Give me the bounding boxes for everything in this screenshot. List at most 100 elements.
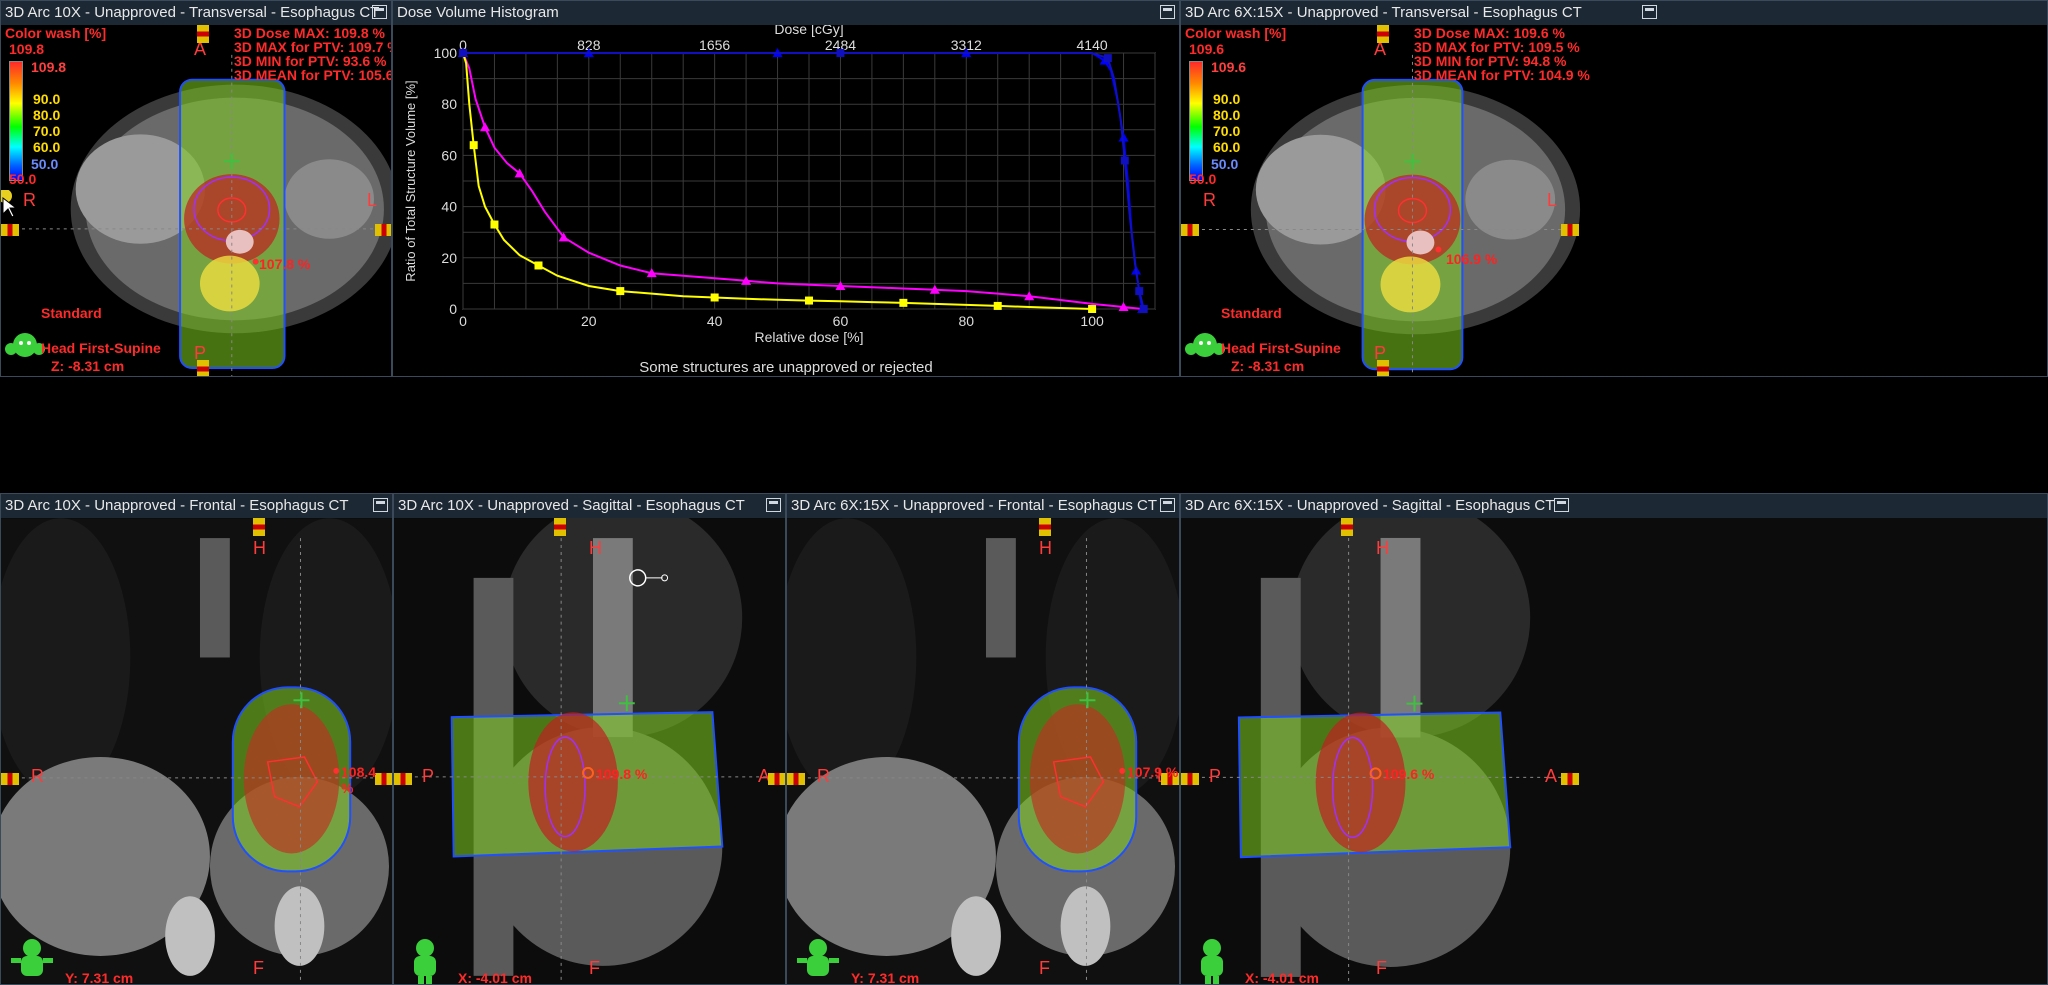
dvh-data-point [1120,156,1129,165]
slice-marker-top[interactable] [197,25,209,43]
dvh-data-point [469,141,478,150]
slice-marker-top[interactable] [554,518,566,536]
x-tick-label: 0 [459,313,467,329]
y-axis-label: Ratio of Total Structure Volume [%] [403,80,418,281]
x-tick-label: 80 [958,313,974,329]
slice-coordinate: Z: -8.31 cm [1231,358,1305,374]
slice-marker-right[interactable] [768,773,785,785]
slice-marker-right[interactable] [1561,773,1579,785]
colorwash-scale[interactable] [9,61,23,181]
colorwash-label: Color wash [%] [1185,25,1287,41]
x-axis-label: Relative dose [%] [755,329,864,345]
dose-point-label: 107.9 % [1127,764,1179,780]
dose-stat-4: 3D MEAN for PTV: 104.9 % [1414,67,1590,83]
scale-tick-90: 90.0 [1213,91,1241,107]
slice-coordinate: X: -4.01 cm [1245,970,1319,984]
dose-point-label: 107.8 % [259,256,311,272]
maximize-icon[interactable] [1554,498,1569,512]
maximize-icon[interactable] [1160,5,1175,19]
scale-tick-80: 80.0 [33,107,61,123]
dvh-data-point [899,298,908,307]
dvh-data-point [616,287,625,296]
y-tick-label: 60 [441,147,457,163]
orientation-right: A [1545,766,1558,786]
slice-coordinate: X: -4.01 cm [458,970,532,984]
scale-min-label: 50.0 [9,171,37,187]
viewport-frontal-10x[interactable]: 3D Arc 10X - Unapproved - Frontal - Esop… [0,493,393,985]
maximize-icon[interactable] [766,498,781,512]
slice-marker-left[interactable] [787,773,805,785]
slice-coordinate: Y: 7.31 cm [851,970,920,984]
dvh-data-point [459,49,467,57]
x-tick-label: 40 [707,313,723,329]
slice-marker-right[interactable] [375,224,391,236]
maximize-icon[interactable] [373,498,388,512]
slice-marker-left[interactable] [1181,224,1199,236]
dose-point-label: 109.6 % [1383,766,1435,782]
patient-figure-icon [11,939,53,976]
orientation-top: H [589,538,602,558]
patient-figure-icon [414,939,436,984]
scale-tick-70: 70.0 [1213,123,1241,139]
maximize-icon[interactable] [1642,5,1657,19]
slice-marker-top[interactable] [1039,518,1051,536]
dvh-data-point [805,296,813,305]
scale-tick-90: 90.0 [33,91,61,107]
scale-tick-80: 80.0 [1213,107,1241,123]
x-tick-label: 20 [581,313,597,329]
y-tick-label: 0 [449,301,457,317]
scale-tick-60: 60.0 [1213,139,1241,155]
slice-marker-left[interactable] [1,224,19,236]
slice-marker-right[interactable] [1561,224,1579,236]
dose-stat-4: 3D MEAN for PTV: 105.6 % [234,67,391,83]
dose-point-label: 106.9 % [1446,251,1498,267]
orientation-left: R [1203,190,1216,210]
slice-coordinate: Z: -8.31 cm [51,358,125,374]
maximize-icon[interactable] [372,5,387,19]
slice-marker-left[interactable] [1,773,19,785]
orientation-left: R [31,766,44,786]
patient-figure-icon [1201,939,1223,984]
slice-marker-bottom[interactable] [1377,360,1389,376]
slice-marker-bottom[interactable] [197,360,209,376]
x-tick-label: 100 [1080,313,1104,329]
slice-marker-left[interactable] [1181,773,1199,785]
dvh-data-point [1103,54,1112,63]
colorwash-max: 109.6 [1189,41,1225,57]
slice-marker-top[interactable] [253,518,265,536]
viewport-frontal-6x15x[interactable]: 3D Arc 6X:15X - Unapproved - Frontal - E… [786,493,1180,985]
dvh-data-point [1135,287,1144,296]
slice-marker-top[interactable] [1377,25,1389,43]
viewport-sagittal-10x[interactable]: 3D Arc 10X - Unapproved - Sagittal - Eso… [393,493,786,985]
orientation-left: R [23,190,36,210]
viewport-title: 3D Arc 6X:15X - Unapproved - Frontal - E… [787,494,1179,518]
dvh-chart[interactable]: 0 20 40 60 80 1000 828 1656 2484 3312 414002040608… [393,25,1179,376]
viewport-title: 3D Arc 6X:15X - Unapproved - Transversal… [1181,1,2047,25]
viewport-title: 3D Arc 10X - Unapproved - Transversal - … [1,1,391,25]
slice-marker-left[interactable] [394,773,412,785]
ct-frontal-image [1,518,392,984]
ct-sagittal-image [394,518,785,984]
orientation-top: H [253,538,266,558]
viewport-transversal-6x15x[interactable]: 3D Arc 6X:15X - Unapproved - Transversal… [1180,0,2048,377]
ct-frontal-image [787,518,1179,984]
orientation-left: R [817,766,830,786]
dvh-data-point [1139,305,1148,313]
patient-figure-icon [5,333,45,357]
viewport-transversal-10x[interactable]: 3D Arc 10X - Unapproved - Transversal - … [0,0,392,377]
scale-bottom-label: 50.0 [1211,156,1239,172]
x-tick-label: 60 [833,313,849,329]
slice-marker-top[interactable] [1341,518,1353,536]
patient-figure-icon [1185,333,1225,357]
x2-tick-label: 1656 [699,37,730,53]
orientation-top: H [1376,538,1389,558]
y-tick-label: 20 [441,250,457,266]
colorwash-scale[interactable] [1189,61,1203,181]
viewport-dvh[interactable]: Dose Volume Histogram 0 20 40 60 80 100 0 828 16… [392,0,1180,377]
orientation-bottom: F [1376,958,1387,978]
scale-top-label: 109.6 [1211,59,1247,75]
slice-coordinate: Y: 7.31 cm [65,970,134,984]
maximize-icon[interactable] [1160,498,1175,512]
viewport-sagittal-6x15x[interactable]: 3D Arc 6X:15X - Unapproved - Sagittal - … [1180,493,2048,985]
patient-orientation: Head First-Supine [41,340,161,356]
